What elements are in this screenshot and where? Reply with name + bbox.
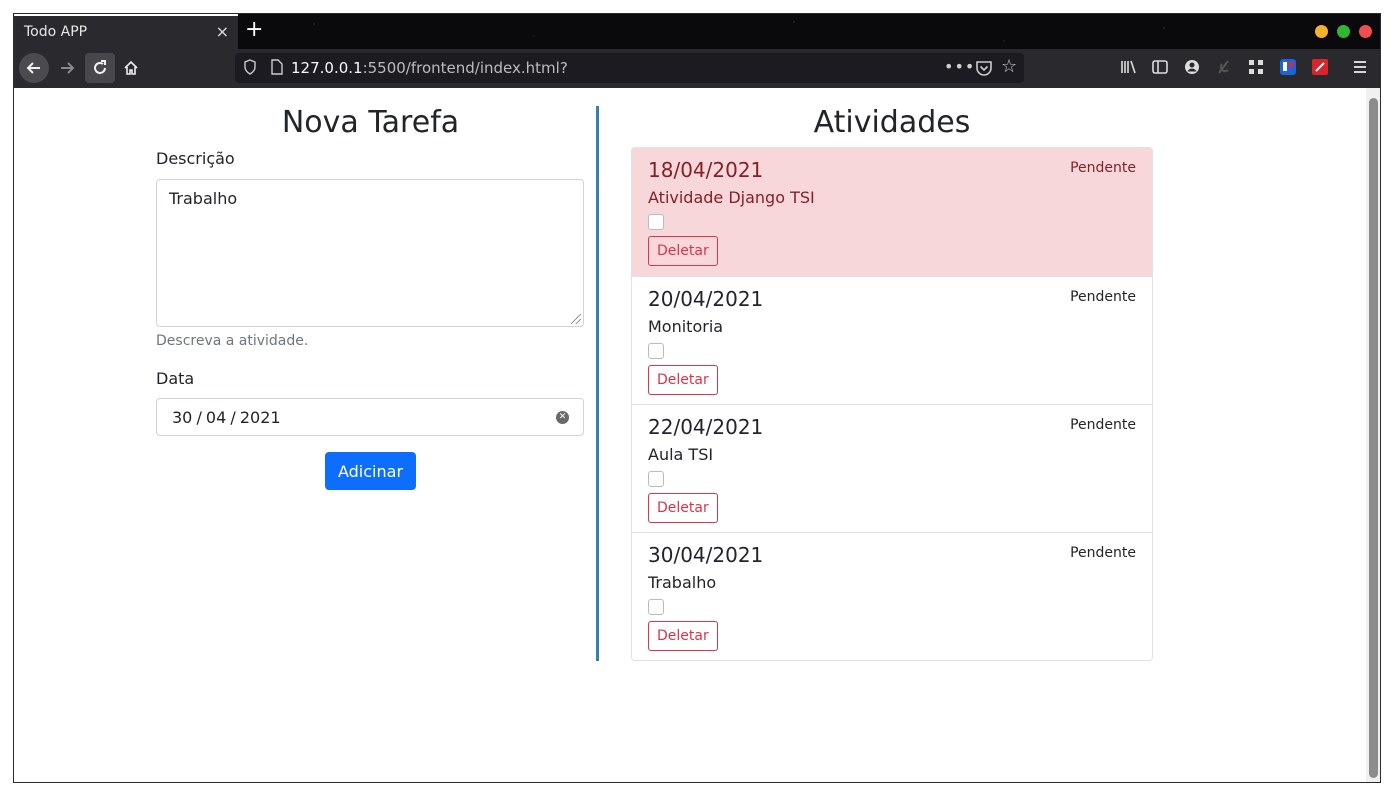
trello-extension-icon[interactable]: [1278, 58, 1298, 78]
done-checkbox[interactable]: [648, 599, 664, 615]
maximize-window-button[interactable]: [1337, 25, 1350, 38]
home-icon[interactable]: [116, 53, 146, 83]
item-date: 30/04/2021: [648, 543, 764, 567]
forward-icon[interactable]: [52, 53, 82, 83]
date-value: 30 / 04 / 2021: [172, 408, 281, 427]
library-icon[interactable]: [1118, 58, 1138, 78]
delete-button[interactable]: Deletar: [648, 365, 718, 395]
delete-button[interactable]: Deletar: [648, 236, 718, 266]
url-text[interactable]: 127.0.0.1:5500/frontend/index.html?: [291, 59, 568, 77]
bookmark-star-icon[interactable]: ☆: [1001, 56, 1017, 77]
tab-bar: Todo APP × +: [14, 14, 1380, 49]
reload-icon[interactable]: [85, 53, 115, 83]
date-input[interactable]: 30 / 04 / 2021 ✕: [156, 398, 584, 436]
account-icon[interactable]: [1182, 58, 1202, 78]
item-date: 20/04/2021: [648, 287, 764, 311]
item-date: 18/04/2021: [648, 158, 764, 182]
delete-button[interactable]: Deletar: [648, 493, 718, 523]
activities-panel: Atividades 18/04/2021 Atividade Django T…: [631, 105, 1153, 661]
column-divider: [596, 106, 599, 661]
item-description: Monitoria: [648, 317, 724, 336]
item-description: Trabalho: [648, 573, 717, 592]
new-task-form: Nova Tarefa Descrição Trabalho Descreva …: [156, 105, 585, 490]
resize-handle-icon[interactable]: [571, 314, 581, 324]
add-task-button[interactable]: Adicinar: [324, 452, 417, 490]
tab-title: Todo APP: [24, 24, 88, 40]
list-item: 30/04/2021 Trabalho Pendente Deletar: [632, 532, 1152, 660]
activities-title: Atividades: [813, 105, 971, 140]
color-picker-extension-icon[interactable]: [1310, 58, 1330, 78]
list-item: 18/04/2021 Atividade Django TSI Pendente…: [632, 148, 1152, 276]
back-icon[interactable]: [19, 53, 49, 83]
scrollbar-thumb[interactable]: [1369, 98, 1378, 778]
url-bar[interactable]: 127.0.0.1:5500/frontend/index.html? ••• …: [235, 53, 1024, 83]
description-label: Descrição: [156, 149, 235, 168]
date-label: Data: [156, 369, 195, 388]
navigation-bar: 127.0.0.1:5500/frontend/index.html? ••• …: [14, 49, 1380, 88]
menu-icon[interactable]: [1350, 58, 1370, 78]
status-badge: Pendente: [1070, 289, 1136, 305]
done-checkbox[interactable]: [648, 214, 664, 230]
description-textarea[interactable]: Trabalho: [156, 179, 584, 327]
browser-window: Todo APP × + 127.0.0.1:5500/frontend/ind…: [13, 13, 1381, 783]
pocket-icon[interactable]: [975, 59, 993, 77]
form-title: Nova Tarefa: [281, 105, 460, 140]
new-tab-button[interactable]: +: [245, 17, 263, 42]
browser-tab[interactable]: Todo APP ×: [14, 14, 238, 49]
page-actions-icon[interactable]: •••: [944, 57, 975, 76]
done-checkbox[interactable]: [648, 343, 664, 359]
done-checkbox[interactable]: [648, 471, 664, 487]
apps-grid-icon[interactable]: [1246, 58, 1266, 78]
status-badge: Pendente: [1070, 160, 1136, 176]
item-description: Atividade Django TSI: [648, 188, 815, 207]
description-value: Trabalho: [169, 189, 238, 208]
item-date: 22/04/2021: [648, 415, 764, 439]
sidebar-icon[interactable]: [1150, 58, 1170, 78]
list-item: 22/04/2021 Aula TSI Pendente Deletar: [632, 404, 1152, 532]
delete-button[interactable]: Deletar: [648, 621, 718, 651]
page-icon[interactable]: [271, 59, 283, 75]
item-description: Aula TSI: [648, 445, 714, 464]
clear-date-icon[interactable]: ✕: [556, 411, 569, 424]
list-item: 20/04/2021 Monitoria Pendente Deletar: [632, 276, 1152, 404]
status-badge: Pendente: [1070, 417, 1136, 433]
shield-icon[interactable]: [243, 59, 257, 75]
extension-icon[interactable]: [1214, 58, 1234, 78]
description-help-text: Descreva a atividade.: [156, 333, 309, 349]
minimize-window-button[interactable]: [1315, 25, 1328, 38]
activities-list: 18/04/2021 Atividade Django TSI Pendente…: [631, 147, 1153, 661]
close-tab-icon[interactable]: ×: [216, 22, 229, 41]
close-window-button[interactable]: [1359, 25, 1372, 38]
add-button-wrapper: Adicinar: [156, 452, 585, 490]
status-badge: Pendente: [1070, 545, 1136, 561]
